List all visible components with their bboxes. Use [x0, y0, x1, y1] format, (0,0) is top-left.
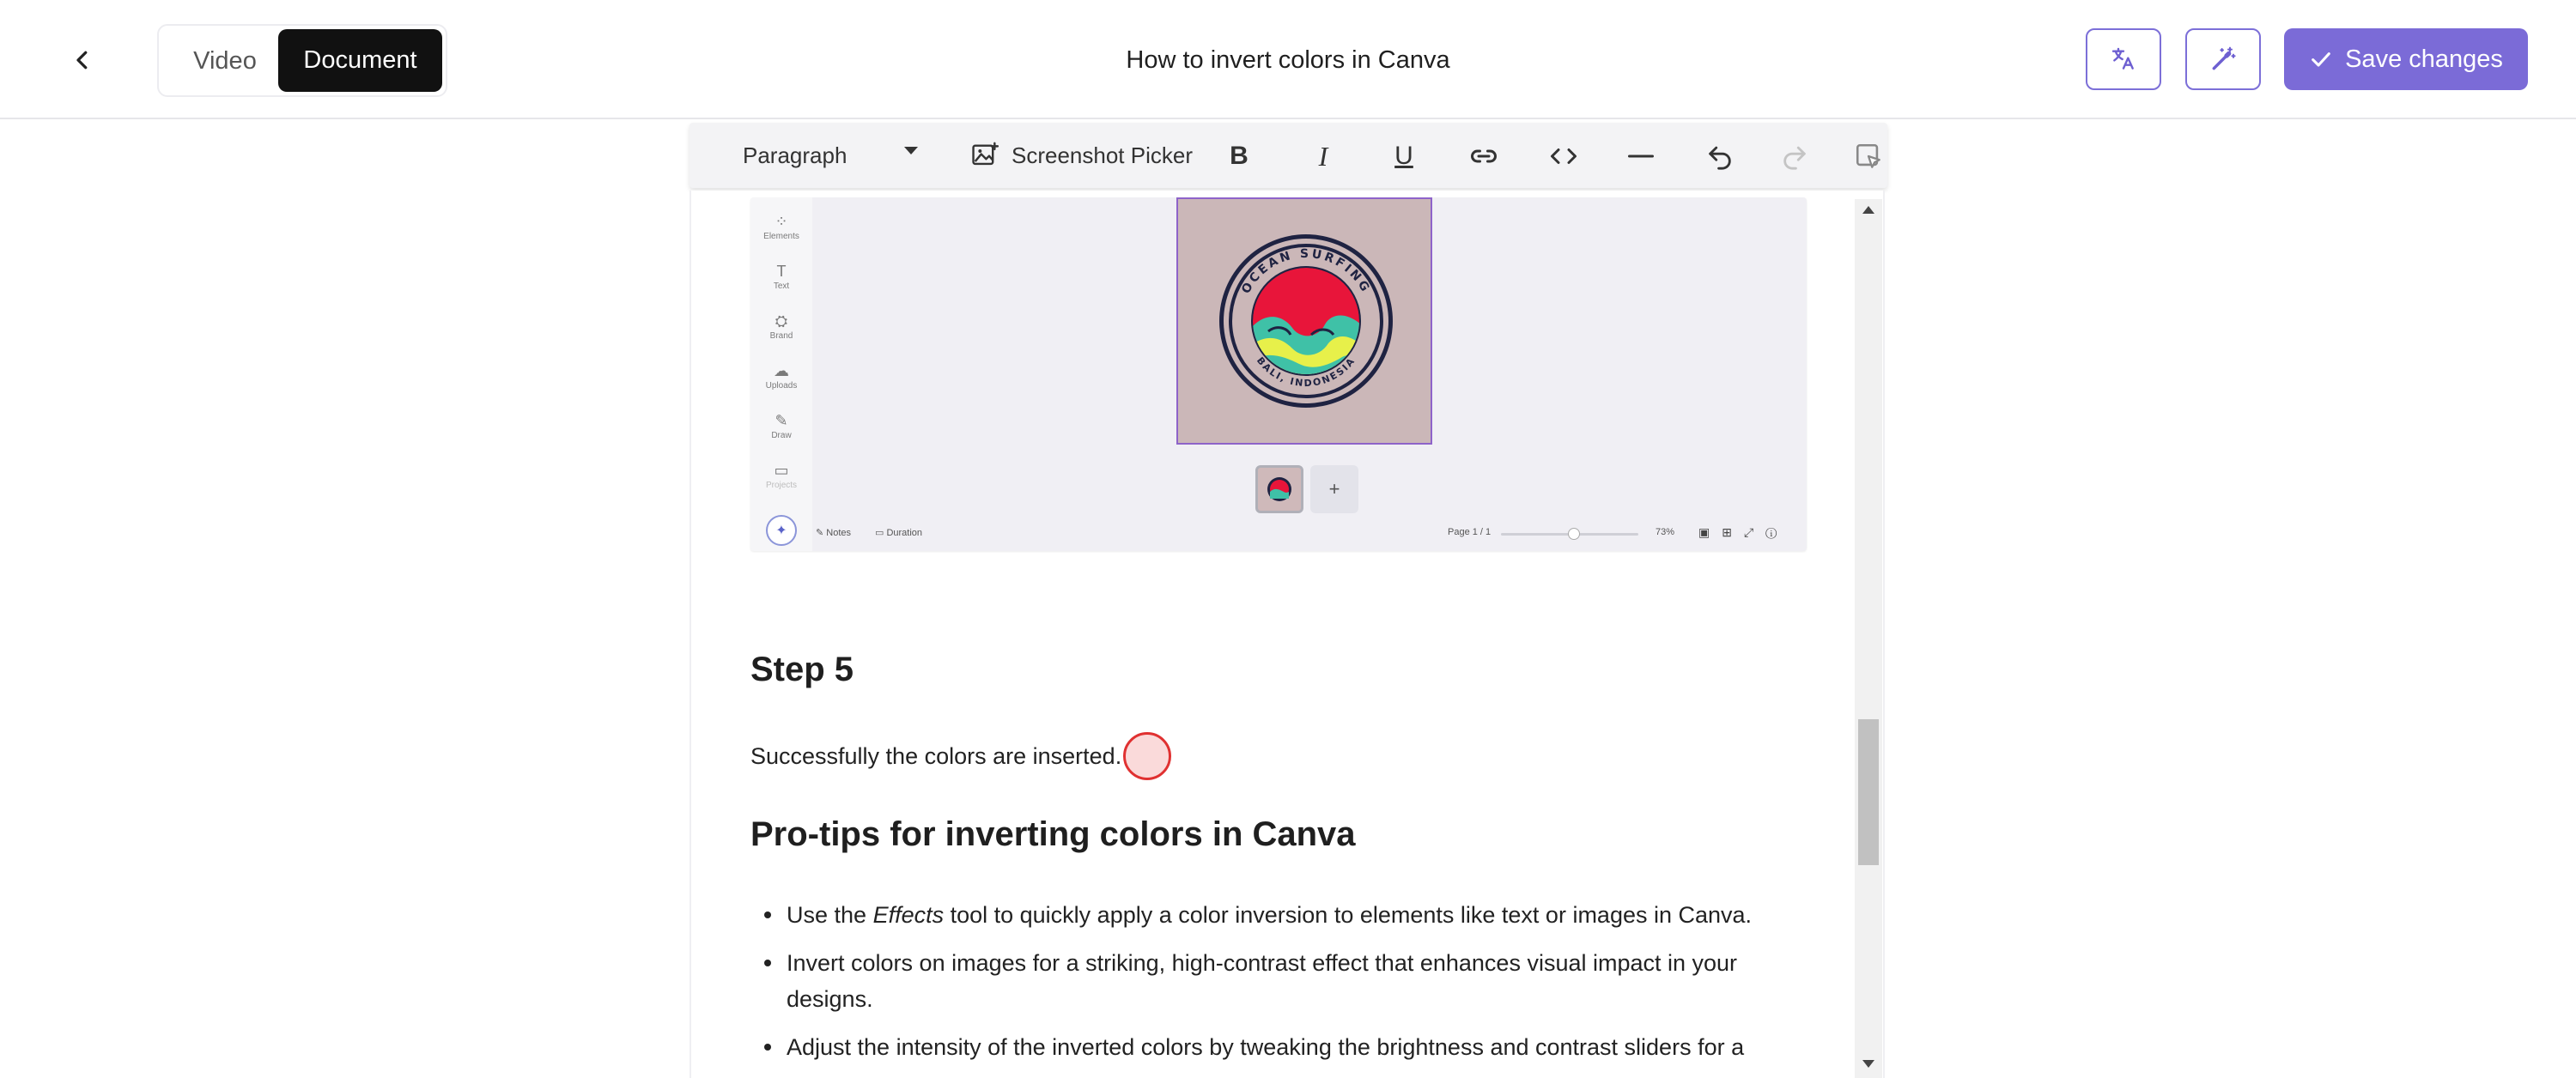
underline-button[interactable]: U — [1382, 135, 1425, 178]
list-item[interactable]: Adjust the intensity of the inverted col… — [750, 1029, 1798, 1065]
screenshot-sidebar: ⁘ Elements T Text ⛭ Brand ☁ Uploads ✎ Dr… — [750, 197, 812, 551]
folder-icon: ▭ — [774, 462, 789, 479]
underline-icon: U — [1394, 142, 1413, 170]
undo-icon — [1709, 146, 1731, 170]
paragraph-style-select[interactable]: Paragraph — [743, 133, 932, 178]
click-indicator-icon — [1123, 732, 1171, 780]
horizontal-rule-button[interactable] — [1619, 135, 1662, 178]
code-icon — [1551, 148, 1577, 164]
text-icon: T — [776, 263, 787, 280]
magic-wand-icon — [2212, 46, 2236, 70]
italic-button[interactable]: I — [1302, 135, 1345, 178]
screenshot-picker-label: Screenshot Picker — [1012, 142, 1193, 168]
code-button[interactable] — [1542, 135, 1585, 178]
design-canvas: OCEAN SURFING BALI, INDONESIA — [1176, 197, 1432, 445]
undo-button[interactable] — [1698, 135, 1741, 178]
page-thumbnail — [1255, 465, 1303, 513]
mode-toggle: Video Document — [157, 24, 447, 97]
page-title: How to invert colors in Canva — [1126, 46, 1450, 74]
back-arrow-icon — [76, 51, 88, 70]
link-icon — [1471, 149, 1497, 163]
top-header: Video Document How to invert colors in C… — [0, 0, 2576, 119]
translate-button[interactable] — [2086, 28, 2161, 90]
sidebar-item-brand: ⛭ Brand — [750, 312, 812, 342]
tab-video[interactable]: Video — [169, 31, 281, 91]
formatting-toolbar: Paragraph Screenshot Picker B I U — [690, 123, 1887, 188]
sidebar-item-draw: ✎ Draw — [750, 412, 812, 441]
zoom-slider-knob — [1568, 528, 1580, 540]
ocean-surfing-logo: OCEAN SURFING BALI, INDONESIA — [1217, 232, 1395, 415]
brand-icon: ⛭ — [775, 312, 788, 330]
edit-selection-icon — [1856, 143, 1880, 168]
magic-wand-button[interactable] — [2185, 28, 2261, 90]
pro-tips-heading[interactable]: Pro-tips for inverting colors in Canva — [750, 815, 1356, 854]
screenshot-footer: ✦ ✎ Notes ▭ Duration Page 1 / 1 73% ▣⊞⤢ⓘ — [750, 515, 1807, 551]
edit-selection-button[interactable] — [1847, 135, 1890, 178]
scrollbar[interactable] — [1855, 199, 1882, 1078]
paragraph-style-label: Paragraph — [743, 142, 848, 168]
sidebar-item-text: T Text — [750, 263, 812, 292]
pro-tips-list: Use the Effects tool to quickly apply a … — [750, 897, 1798, 1077]
save-button[interactable]: Save changes — [2284, 28, 2528, 90]
duration-label: ▭ Duration — [875, 528, 923, 538]
list-item[interactable]: Invert colors on images for a striking, … — [750, 945, 1798, 1017]
sidebar-item-projects: ▭ Projects — [750, 462, 812, 491]
chevron-down-icon — [904, 147, 918, 154]
zoom-level: 73% — [1656, 527, 1675, 537]
page-indicator: Page 1 / 1 — [1448, 527, 1492, 537]
scrollbar-thumb[interactable] — [1858, 719, 1879, 865]
sidebar-item-uploads: ☁ Uploads — [750, 362, 812, 391]
save-button-label: Save changes — [2345, 45, 2503, 73]
italic-icon: I — [1318, 140, 1328, 172]
add-page-button: + — [1310, 465, 1358, 513]
redo-icon — [1783, 146, 1806, 170]
checkmark-icon — [2312, 52, 2330, 67]
step-heading[interactable]: Step 5 — [750, 651, 854, 689]
tab-document[interactable]: Document — [278, 29, 442, 92]
bold-icon: B — [1230, 142, 1249, 170]
notes-label: ✎ Notes — [816, 528, 852, 538]
elements-icon: ⁘ — [775, 213, 788, 230]
draw-icon: ✎ — [775, 412, 788, 429]
image-icon — [972, 142, 999, 166]
translate-icon — [2111, 47, 2134, 70]
screenshot-picker-button[interactable]: Screenshot Picker — [970, 133, 1194, 178]
scroll-up-arrow-icon[interactable] — [1862, 206, 1874, 214]
embedded-screenshot[interactable]: ⁘ Elements T Text ⛭ Brand ☁ Uploads ✎ Dr… — [750, 197, 1807, 551]
footer-view-icons: ▣⊞⤢ⓘ — [1698, 525, 1789, 539]
bold-button[interactable]: B — [1218, 135, 1261, 178]
redo-button[interactable] — [1773, 135, 1816, 178]
back-button[interactable] — [60, 38, 105, 82]
sidebar-item-elements: ⁘ Elements — [750, 213, 812, 242]
upload-icon: ☁ — [774, 362, 789, 379]
sparkle-icon: ✦ — [766, 515, 797, 546]
horizontal-rule-icon — [1628, 154, 1654, 158]
step-paragraph[interactable]: Successfully the colors are inserted. — [750, 743, 1121, 770]
list-item[interactable]: Use the Effects tool to quickly apply a … — [750, 897, 1798, 933]
link-button[interactable] — [1462, 135, 1505, 178]
scroll-down-arrow-icon[interactable] — [1862, 1060, 1874, 1068]
